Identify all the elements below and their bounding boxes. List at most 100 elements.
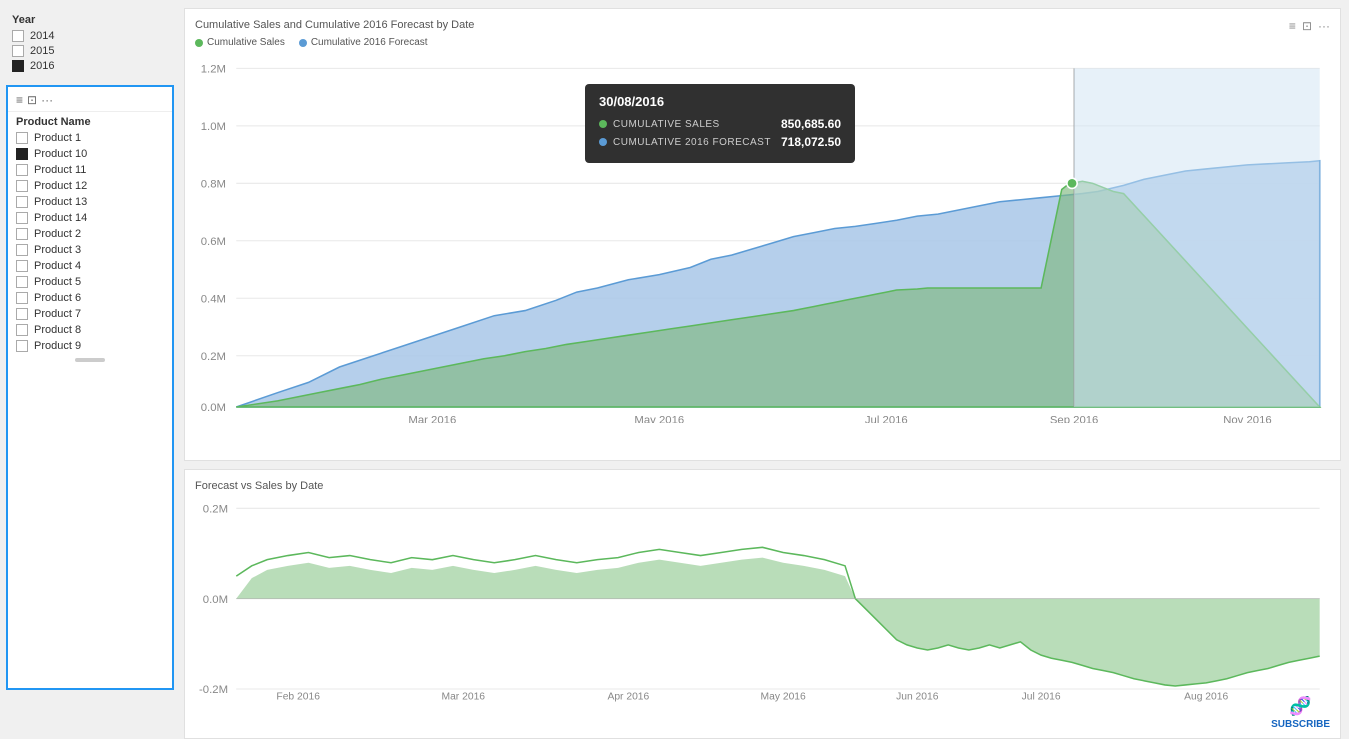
top-chart-svg: 1.2M 1.0M 0.8M 0.6M 0.4M 0.2M 0.0M bbox=[195, 54, 1330, 423]
subscribe-button[interactable]: 🧬 SUBSCRIBE bbox=[1271, 696, 1330, 730]
more-icon[interactable]: ··· bbox=[41, 93, 53, 107]
product-4-checkbox[interactable] bbox=[16, 260, 28, 272]
legend-sales-label: Cumulative Sales bbox=[207, 37, 285, 48]
year-2015[interactable]: 2015 bbox=[12, 45, 168, 57]
product-4-label: Product 4 bbox=[34, 260, 81, 272]
product-filter-footer bbox=[8, 354, 172, 366]
drag-icon: ≡ bbox=[16, 93, 23, 107]
svg-text:Sep 2016: Sep 2016 bbox=[1050, 414, 1099, 423]
product-1-checkbox[interactable] bbox=[16, 132, 28, 144]
legend-cumulative-forecast: Cumulative 2016 Forecast bbox=[299, 37, 428, 48]
expand-icon[interactable]: ⊡ bbox=[27, 93, 37, 107]
product-item-3[interactable]: Product 3 bbox=[8, 242, 172, 258]
svg-text:0.6M: 0.6M bbox=[201, 236, 226, 248]
product-item-5[interactable]: Product 5 bbox=[8, 274, 172, 290]
product-8-checkbox[interactable] bbox=[16, 324, 28, 336]
product-item-13[interactable]: Product 13 bbox=[8, 194, 172, 210]
year-2014[interactable]: 2014 bbox=[12, 30, 168, 42]
year-2016[interactable]: 2016 bbox=[12, 60, 168, 72]
subscribe-label: SUBSCRIBE bbox=[1271, 719, 1330, 730]
year-2014-checkbox[interactable] bbox=[12, 30, 24, 42]
svg-text:Aug 2016: Aug 2016 bbox=[1184, 692, 1228, 702]
tooltip-anchor bbox=[1067, 178, 1077, 188]
bottom-chart-header: Forecast vs Sales by Date bbox=[195, 480, 1330, 492]
product-13-checkbox[interactable] bbox=[16, 196, 28, 208]
legend-sales-dot bbox=[195, 39, 203, 47]
product-14-label: Product 14 bbox=[34, 212, 87, 224]
year-2016-checkbox[interactable] bbox=[12, 60, 24, 72]
product-item-14[interactable]: Product 14 bbox=[8, 210, 172, 226]
product-item-10[interactable]: Product 10 bbox=[8, 146, 172, 162]
svg-text:Mar 2016: Mar 2016 bbox=[442, 692, 486, 702]
product-2-label: Product 2 bbox=[34, 228, 81, 240]
product-12-checkbox[interactable] bbox=[16, 180, 28, 192]
product-item-4[interactable]: Product 4 bbox=[8, 258, 172, 274]
legend-forecast-dot bbox=[299, 39, 307, 47]
svg-text:0.2M: 0.2M bbox=[201, 351, 226, 363]
top-chart-container: Cumulative Sales and Cumulative 2016 For… bbox=[184, 8, 1341, 461]
top-chart-header: Cumulative Sales and Cumulative 2016 For… bbox=[195, 19, 1330, 33]
product-3-checkbox[interactable] bbox=[16, 244, 28, 256]
product-8-label: Product 8 bbox=[34, 324, 81, 336]
product-3-label: Product 3 bbox=[34, 244, 81, 256]
product-filter-header: ≡ ⊡ ··· bbox=[8, 91, 172, 112]
left-panel: Year 2014 2015 2016 ≡ ⊡ ··· Product Name bbox=[0, 0, 180, 698]
svg-text:-0.2M: -0.2M bbox=[199, 685, 228, 697]
svg-text:Mar 2016: Mar 2016 bbox=[408, 414, 456, 423]
product-11-label: Product 11 bbox=[34, 164, 86, 176]
legend-forecast-label: Cumulative 2016 Forecast bbox=[311, 37, 428, 48]
product-13-label: Product 13 bbox=[34, 196, 87, 208]
product-6-label: Product 6 bbox=[34, 292, 81, 304]
svg-text:0.8M: 0.8M bbox=[201, 178, 226, 190]
legend-cumulative-sales: Cumulative Sales bbox=[195, 37, 285, 48]
bottom-chart-area-fill bbox=[236, 558, 1319, 686]
product-item-2[interactable]: Product 2 bbox=[8, 226, 172, 242]
more-chart-icon[interactable]: ··· bbox=[1318, 19, 1330, 33]
product-item-8[interactable]: Product 8 bbox=[8, 322, 172, 338]
svg-text:Nov 2016: Nov 2016 bbox=[1223, 414, 1271, 423]
product-6-checkbox[interactable] bbox=[16, 292, 28, 304]
top-chart-area: 1.2M 1.0M 0.8M 0.6M 0.4M 0.2M 0.0M bbox=[195, 54, 1330, 423]
product-item-6[interactable]: Product 6 bbox=[8, 290, 172, 306]
product-7-checkbox[interactable] bbox=[16, 308, 28, 320]
right-panel: Cumulative Sales and Cumulative 2016 For… bbox=[180, 0, 1349, 698]
product-1-label: Product 1 bbox=[34, 132, 81, 144]
product-9-checkbox[interactable] bbox=[16, 340, 28, 352]
product-filter-title: Product Name bbox=[8, 112, 172, 130]
product-item-11[interactable]: Product 11 bbox=[8, 162, 172, 178]
year-2016-label: 2016 bbox=[30, 60, 54, 72]
bottom-chart-title: Forecast vs Sales by Date bbox=[195, 480, 323, 492]
product-list: Product 1 Product 10 Product 11 Product … bbox=[8, 130, 172, 354]
svg-text:1.2M: 1.2M bbox=[201, 63, 226, 75]
svg-text:0.0M: 0.0M bbox=[203, 594, 228, 606]
product-10-checkbox[interactable] bbox=[16, 148, 28, 160]
svg-text:Apr 2016: Apr 2016 bbox=[607, 692, 649, 702]
product-5-checkbox[interactable] bbox=[16, 276, 28, 288]
svg-text:0.4M: 0.4M bbox=[201, 293, 226, 305]
product-11-checkbox[interactable] bbox=[16, 164, 28, 176]
svg-text:0.2M: 0.2M bbox=[203, 504, 228, 516]
product-item-9[interactable]: Product 9 bbox=[8, 338, 172, 354]
svg-text:1.0M: 1.0M bbox=[201, 121, 226, 133]
drag-chart-icon: ≡ bbox=[1289, 19, 1296, 33]
product-item-7[interactable]: Product 7 bbox=[8, 306, 172, 322]
svg-text:Feb 2016: Feb 2016 bbox=[276, 692, 320, 702]
product-item-12[interactable]: Product 12 bbox=[8, 178, 172, 194]
product-9-label: Product 9 bbox=[34, 340, 81, 352]
svg-text:Jul 2016: Jul 2016 bbox=[1022, 692, 1061, 702]
product-item-1[interactable]: Product 1 bbox=[8, 130, 172, 146]
expand-chart-icon[interactable]: ⊡ bbox=[1302, 19, 1312, 33]
product-7-label: Product 7 bbox=[34, 308, 81, 320]
top-chart-icons: ≡ ⊡ ··· bbox=[1289, 19, 1330, 33]
top-chart-title: Cumulative Sales and Cumulative 2016 For… bbox=[195, 19, 474, 31]
product-14-checkbox[interactable] bbox=[16, 212, 28, 224]
year-2015-checkbox[interactable] bbox=[12, 45, 24, 57]
bottom-chart-area: 0.2M 0.0M -0.2M Feb 2016 Mar 2016 Apr 20… bbox=[195, 496, 1330, 701]
year-filter: Year 2014 2015 2016 bbox=[0, 8, 180, 85]
product-2-checkbox[interactable] bbox=[16, 228, 28, 240]
year-2014-label: 2014 bbox=[30, 30, 54, 42]
bottom-chart-svg: 0.2M 0.0M -0.2M Feb 2016 Mar 2016 Apr 20… bbox=[195, 496, 1330, 701]
svg-text:Jul 2016: Jul 2016 bbox=[865, 414, 908, 423]
product-filter-header-icons: ≡ ⊡ ··· bbox=[16, 93, 53, 107]
top-chart-legend: Cumulative Sales Cumulative 2016 Forecas… bbox=[195, 37, 1330, 48]
